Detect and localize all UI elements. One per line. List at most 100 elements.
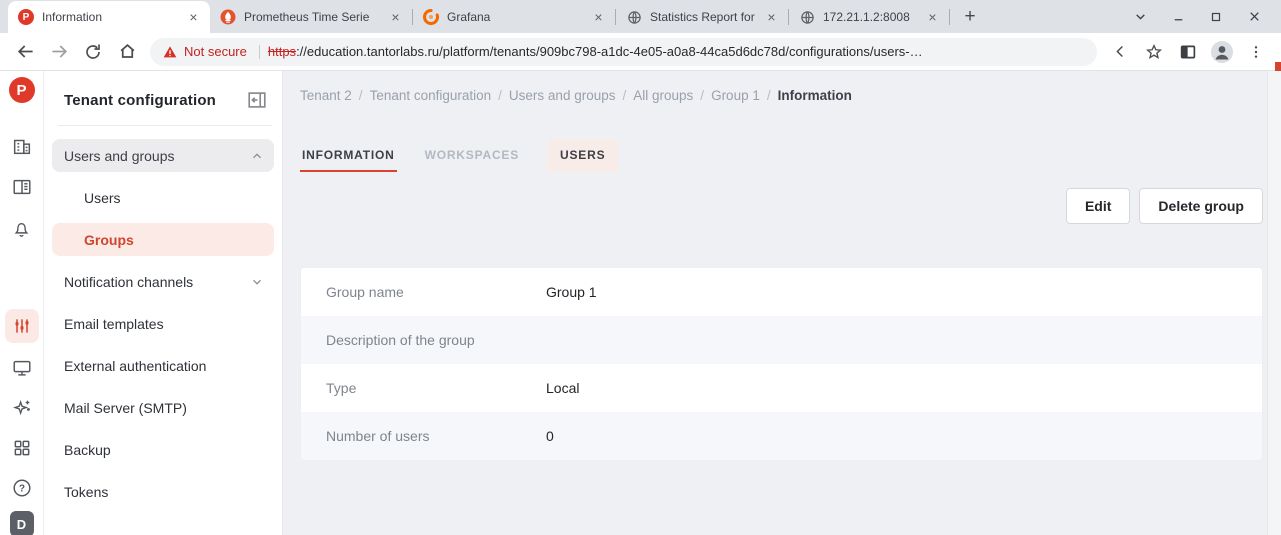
tantor-logo-icon: P	[18, 9, 34, 25]
profile-avatar-icon[interactable]	[1208, 38, 1236, 66]
table-row: Number of users 0	[301, 412, 1262, 460]
breadcrumb-item[interactable]: Group 1	[711, 88, 760, 103]
globe-icon	[799, 9, 815, 25]
sidebar-item-email-templates[interactable]: Email templates	[52, 307, 274, 340]
window-close-icon[interactable]	[1235, 0, 1273, 33]
tab-title: 172.21.1.2:8008	[823, 10, 920, 24]
breadcrumb-item[interactable]: Tenant configuration	[370, 88, 492, 103]
table-row: Group name Group 1	[301, 268, 1262, 316]
chevron-up-icon	[250, 149, 264, 163]
home-icon[interactable]	[112, 37, 142, 67]
sidebar-title: Tenant configuration	[64, 92, 216, 109]
close-icon[interactable]: ×	[590, 9, 607, 26]
table-row: Description of the group	[301, 316, 1262, 364]
tab-title: Grafana	[447, 10, 586, 24]
red-edge-notch	[1275, 62, 1281, 71]
window-controls	[1121, 0, 1281, 33]
sidebar-item-users-and-groups[interactable]: Users and groups	[52, 139, 274, 172]
content-tabs: INFORMATION WORKSPACES USERS	[300, 139, 644, 172]
docs-book-icon[interactable]	[9, 174, 35, 200]
tab-search-chevron-icon[interactable]	[1121, 0, 1159, 33]
edit-button[interactable]: Edit	[1066, 188, 1130, 224]
kebab-menu-icon[interactable]	[1242, 38, 1270, 66]
sidebar-item-users[interactable]: Users	[52, 181, 274, 214]
monitor-icon[interactable]	[9, 355, 35, 381]
app-icon-rail: P ? D	[0, 71, 44, 535]
breadcrumb-item[interactable]: Users and groups	[509, 88, 616, 103]
browser-tab-strip: P Information × Prometheus Time Serie × …	[0, 0, 1281, 33]
row-value: Local	[546, 380, 579, 396]
tab-workspaces[interactable]: WORKSPACES	[423, 139, 521, 172]
apps-grid-icon[interactable]	[9, 435, 35, 461]
sidebar-item-notification-channels[interactable]: Notification channels	[52, 265, 274, 298]
address-bar[interactable]: Not secure https ://education.tantorlabs…	[150, 38, 1097, 66]
globe-icon	[626, 9, 642, 25]
sidebar-item-backup[interactable]: Backup	[52, 433, 274, 466]
side-panel-icon[interactable]	[1174, 38, 1202, 66]
buildings-icon[interactable]	[9, 133, 35, 159]
bell-icon[interactable]	[9, 215, 35, 241]
browser-tab-information[interactable]: P Information ×	[8, 1, 210, 33]
reload-icon[interactable]	[78, 37, 108, 67]
breadcrumb-item[interactable]: All groups	[633, 88, 693, 103]
user-avatar[interactable]: D	[9, 511, 35, 535]
tab-users[interactable]: USERS	[547, 139, 618, 172]
svg-text:?: ?	[18, 484, 24, 495]
prometheus-icon	[220, 9, 236, 25]
help-icon[interactable]: ?	[9, 475, 35, 501]
security-status[interactable]: Not secure	[184, 44, 247, 59]
tab-title: Prometheus Time Serie	[244, 10, 383, 24]
minimize-icon[interactable]	[1159, 0, 1197, 33]
page-scrollbar[interactable]	[1267, 71, 1281, 535]
sidebar-item-tokens[interactable]: Tokens	[52, 475, 274, 508]
close-icon[interactable]: ×	[185, 9, 202, 26]
sidebar-item-mail-server-smtp[interactable]: Mail Server (SMTP)	[52, 391, 274, 424]
url-protocol: https	[268, 44, 296, 59]
tab-title: Information	[42, 10, 181, 24]
row-label: Number of users	[301, 428, 546, 444]
new-tab-button[interactable]: +	[956, 3, 984, 31]
row-label: Group name	[301, 284, 546, 300]
maximize-icon[interactable]	[1197, 0, 1235, 33]
breadcrumb-item[interactable]: Tenant 2	[300, 88, 352, 103]
browser-tab-ip-address[interactable]: 172.21.1.2:8008 ×	[789, 1, 949, 33]
browser-tab-prometheus[interactable]: Prometheus Time Serie ×	[210, 1, 412, 33]
sidebar: Tenant configuration Users and groups Us…	[44, 71, 283, 535]
close-icon[interactable]: ×	[763, 9, 780, 26]
tab-title: Statistics Report for H	[650, 10, 759, 24]
grafana-icon	[423, 9, 439, 25]
row-label: Type	[301, 380, 546, 396]
browser-window: P Information × Prometheus Time Serie × …	[0, 0, 1281, 535]
back-icon[interactable]	[10, 37, 40, 67]
star-icon[interactable]	[1140, 38, 1168, 66]
row-value: 0	[546, 428, 554, 444]
sidebar-item-external-authentication[interactable]: External authentication	[52, 349, 274, 382]
share-icon[interactable]	[1106, 38, 1134, 66]
sparkles-icon[interactable]	[9, 395, 35, 421]
tab-divider	[949, 9, 950, 25]
tab-information[interactable]: INFORMATION	[300, 139, 397, 172]
warning-triangle-icon[interactable]	[162, 44, 178, 60]
sidebar-item-groups[interactable]: Groups	[52, 223, 274, 256]
row-value: Group 1	[546, 284, 597, 300]
table-row: Type Local	[301, 364, 1262, 412]
breadcrumb-current: Information	[778, 88, 852, 103]
breadcrumb: Tenant 2/ Tenant configuration/ Users an…	[300, 88, 852, 103]
main-content: Tenant 2/ Tenant configuration/ Users an…	[283, 71, 1281, 535]
sliders-icon[interactable]	[5, 309, 39, 343]
close-icon[interactable]: ×	[387, 9, 404, 26]
tantor-logo-icon[interactable]: P	[9, 77, 35, 103]
action-buttons: Edit Delete group	[1057, 188, 1263, 224]
browser-tab-statistics[interactable]: Statistics Report for H ×	[616, 1, 788, 33]
row-label: Description of the group	[301, 332, 546, 348]
forward-icon[interactable]	[44, 37, 74, 67]
browser-toolbar: Not secure https ://education.tantorlabs…	[0, 33, 1281, 71]
close-icon[interactable]: ×	[924, 9, 941, 26]
omnibox-separator	[259, 45, 260, 59]
browser-tab-grafana[interactable]: Grafana ×	[413, 1, 615, 33]
chevron-down-icon	[250, 275, 264, 289]
collapse-sidebar-icon[interactable]	[246, 89, 268, 111]
group-details-table: Group name Group 1 Description of the gr…	[300, 267, 1263, 461]
delete-group-button[interactable]: Delete group	[1139, 188, 1263, 224]
url-text: ://education.tantorlabs.ru/platform/tena…	[296, 44, 923, 59]
